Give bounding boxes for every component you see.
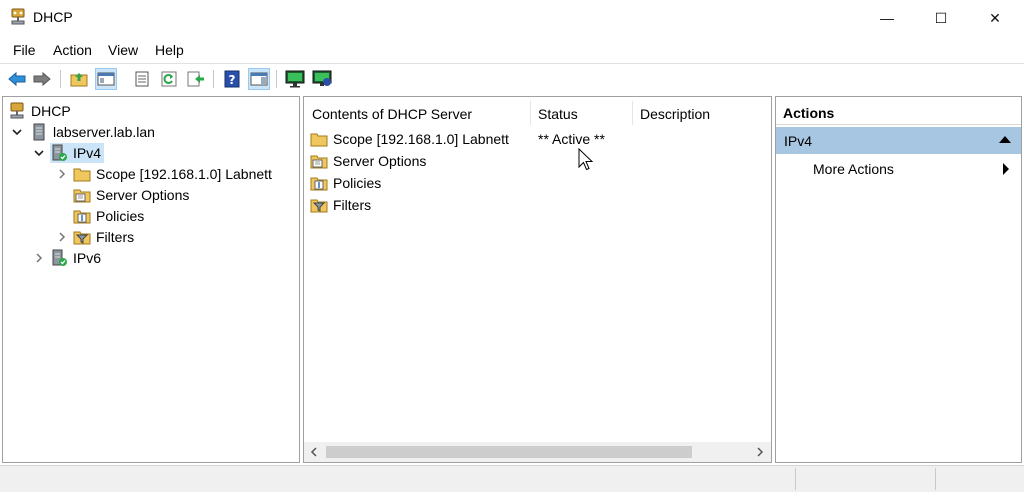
properties-icon[interactable] bbox=[131, 68, 153, 90]
tree-node-ipv6[interactable]: IPv6 bbox=[50, 248, 101, 268]
status-bar bbox=[0, 465, 1024, 492]
list-item-status: ** Active ** bbox=[538, 131, 605, 147]
collapse-chevron-icon[interactable] bbox=[33, 147, 45, 159]
mouse-cursor-icon bbox=[578, 148, 594, 171]
dhcp-app-icon bbox=[11, 8, 25, 25]
tree-node-scope[interactable]: Scope [192.168.1.0] Labnett bbox=[73, 164, 272, 184]
menu-view[interactable]: View bbox=[108, 42, 138, 58]
forward-arrow-icon[interactable] bbox=[31, 68, 53, 90]
policies-icon bbox=[310, 174, 328, 192]
menu-action[interactable]: Action bbox=[53, 42, 92, 58]
minimize-button[interactable]: — bbox=[860, 0, 914, 36]
tree-node-dhcp[interactable]: DHCP bbox=[8, 101, 71, 121]
dhcp-icon bbox=[8, 102, 26, 120]
expand-chevron-icon[interactable] bbox=[33, 252, 45, 264]
scroll-right-icon[interactable] bbox=[752, 444, 768, 460]
folder-icon bbox=[73, 165, 91, 183]
maximize-button[interactable]: ☐ bbox=[914, 0, 968, 36]
list-item[interactable]: Scope [192.168.1.0] Labnett bbox=[310, 129, 509, 149]
policies-icon bbox=[73, 207, 91, 225]
collapse-triangle-icon[interactable] bbox=[999, 136, 1011, 143]
submenu-arrow-icon bbox=[1003, 163, 1009, 175]
horizontal-scrollbar[interactable] bbox=[304, 442, 771, 462]
tree-node-label: labserver.lab.lan bbox=[53, 124, 155, 140]
window-title: DHCP bbox=[33, 9, 73, 25]
column-header-status[interactable]: Status bbox=[530, 103, 632, 125]
menu-help[interactable]: Help bbox=[155, 42, 184, 58]
menu-file[interactable]: File bbox=[13, 42, 36, 58]
server-options-icon bbox=[310, 152, 328, 170]
expand-chevron-icon[interactable] bbox=[56, 168, 68, 180]
up-folder-icon[interactable] bbox=[68, 68, 90, 90]
list-item-name: Filters bbox=[333, 197, 372, 213]
column-header-description[interactable]: Description bbox=[632, 103, 771, 125]
list-item-name: Server Options bbox=[333, 153, 427, 169]
ipv4-server-icon bbox=[50, 144, 68, 162]
tree-node-label: Policies bbox=[96, 208, 145, 224]
server-options-icon bbox=[73, 186, 91, 204]
status-bar-divider bbox=[935, 468, 936, 490]
list-item[interactable]: Policies bbox=[310, 173, 381, 193]
tree-node-server-options[interactable]: Server Options bbox=[73, 185, 189, 205]
filters-icon bbox=[310, 196, 328, 214]
title-bar: DHCP — ☐ ✕ bbox=[0, 0, 1024, 36]
menu-bar: File Action View Help bbox=[0, 38, 1024, 62]
list-item-name: Scope [192.168.1.0] Labnett bbox=[333, 131, 509, 147]
tree-node-policies[interactable]: Policies bbox=[73, 206, 144, 226]
tree-node-label: IPv6 bbox=[73, 250, 102, 266]
refresh-icon[interactable] bbox=[158, 68, 180, 90]
expand-chevron-icon[interactable] bbox=[56, 231, 68, 243]
back-arrow-icon[interactable] bbox=[6, 68, 28, 90]
show-hide-action-pane-icon[interactable] bbox=[248, 68, 270, 90]
maximize-icon: ☐ bbox=[934, 9, 948, 26]
tree-node-label: Filters bbox=[96, 229, 135, 245]
filters-icon bbox=[73, 228, 91, 246]
list-item-name: Policies bbox=[333, 175, 382, 191]
authorize-server-icon[interactable] bbox=[311, 68, 333, 90]
ipv6-server-icon bbox=[50, 249, 68, 267]
toolbar-separator bbox=[276, 70, 277, 88]
export-list-icon[interactable] bbox=[185, 68, 207, 90]
column-header-name[interactable]: Contents of DHCP Server bbox=[304, 103, 530, 125]
results-pane: Contents of DHCP Server Status Descripti… bbox=[303, 96, 772, 463]
display-statistics-icon[interactable] bbox=[284, 68, 306, 90]
tree-node-label: DHCP bbox=[31, 103, 71, 119]
close-icon: ✕ bbox=[989, 9, 1001, 26]
tree-node-label: IPv4 bbox=[73, 145, 102, 161]
collapse-chevron-icon[interactable] bbox=[11, 126, 23, 138]
list-item[interactable]: Server Options bbox=[310, 151, 426, 171]
scrollbar-thumb[interactable] bbox=[326, 446, 692, 458]
more-actions-link[interactable]: More Actions bbox=[813, 159, 894, 179]
tree-node-filters[interactable]: Filters bbox=[73, 227, 134, 247]
tree-node-ipv4[interactable]: IPv4 bbox=[50, 143, 105, 163]
actions-section-ipv4[interactable]: IPv4 bbox=[776, 127, 1021, 154]
show-hide-tree-icon[interactable] bbox=[95, 68, 117, 90]
console-tree-pane: DHCP labserver.lab.lan IPv4 Scope [192.1… bbox=[2, 96, 300, 463]
toolbar-separator bbox=[213, 70, 214, 88]
svg-text:?: ? bbox=[229, 73, 236, 87]
actions-header: Actions bbox=[776, 101, 1021, 125]
tree-node-label: Scope [192.168.1.0] Labnett bbox=[96, 166, 272, 182]
status-bar-divider bbox=[795, 468, 796, 490]
help-icon[interactable]: ? bbox=[221, 68, 243, 90]
tree-node-label: Server Options bbox=[96, 187, 190, 203]
list-item[interactable]: Filters bbox=[310, 195, 371, 215]
actions-pane: Actions IPv4 More Actions bbox=[775, 96, 1022, 463]
toolbar: ? bbox=[0, 63, 1024, 93]
folder-icon bbox=[310, 130, 328, 148]
tree-node-server[interactable]: labserver.lab.lan bbox=[30, 122, 155, 142]
scroll-left-icon[interactable] bbox=[306, 444, 322, 460]
close-button[interactable]: ✕ bbox=[968, 0, 1022, 36]
server-icon bbox=[30, 123, 48, 141]
minimize-icon: — bbox=[880, 10, 894, 26]
actions-section-label: IPv4 bbox=[784, 132, 813, 149]
toolbar-separator bbox=[60, 70, 61, 88]
